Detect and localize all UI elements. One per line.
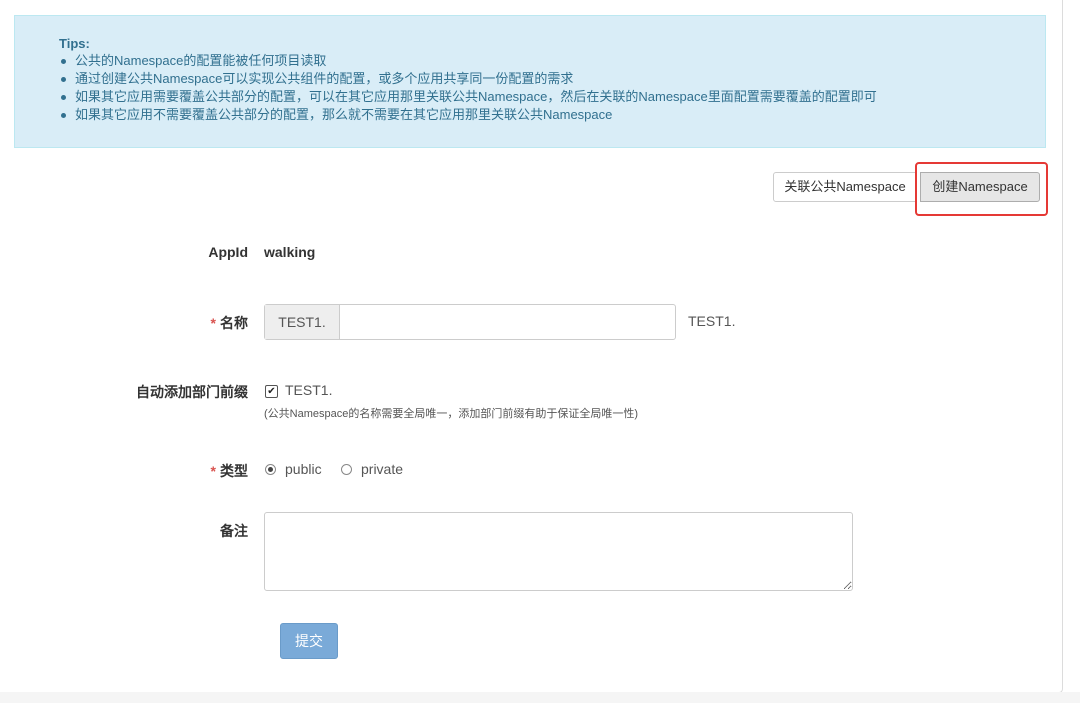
auto-prefix-label: 自动添加部门前缀: [136, 384, 248, 400]
tips-item: 公共的Namespace的配置能被任何项目读取: [61, 52, 877, 70]
type-private-label[interactable]: private: [361, 461, 403, 477]
tips-item: 通过创建公共Namespace可以实现公共组件的配置，或多个应用共享同一份配置的…: [61, 70, 877, 88]
required-mark: *: [210, 463, 216, 479]
page-background-strip: [0, 692, 1080, 703]
type-public-label[interactable]: public: [285, 461, 322, 477]
type-label: * 类型: [211, 461, 248, 481]
name-input[interactable]: [340, 305, 675, 339]
tips-item: 如果其它应用需要覆盖公共部分的配置，可以在其它应用那里关联公共Namespace…: [61, 89, 877, 104]
auto-prefix-checkbox[interactable]: ✔: [265, 385, 278, 398]
tips-list: 公共的Namespace的配置能被任何项目读取 通过创建公共Namespace可…: [59, 52, 877, 124]
name-prefix-addon: TEST1.: [265, 305, 340, 339]
auto-prefix-note: (公共Namespace的名称需要全局唯一，添加部门前缀有助于保证全局唯一性): [264, 408, 639, 420]
tips-box: Tips: 公共的Namespace的配置能被任何项目读取 通过创建公共Name…: [14, 15, 1046, 148]
name-label-text: 名称: [220, 315, 248, 331]
type-label-text: 类型: [220, 463, 248, 479]
tips-title: Tips:: [59, 36, 90, 51]
required-mark: *: [210, 315, 216, 331]
type-public-radio[interactable]: [265, 464, 276, 475]
remark-textarea[interactable]: [264, 512, 853, 591]
appid-value: walking: [264, 244, 316, 260]
auto-prefix-value: TEST1.: [285, 382, 333, 398]
type-private-radio[interactable]: [341, 464, 352, 475]
highlight-box: [915, 162, 1048, 216]
submit-button[interactable]: 提交: [280, 623, 338, 659]
name-hint: TEST1.: [688, 313, 736, 329]
tips-item: 如果其它应用不需要覆盖公共部分的配置，那么就不需要在其它应用那里关联公共Name…: [61, 106, 877, 124]
appid-label: AppId: [208, 244, 248, 260]
name-label: * 名称: [211, 313, 248, 333]
remark-label: 备注: [220, 523, 248, 539]
name-input-group: TEST1.: [264, 304, 676, 340]
link-public-namespace-button[interactable]: 关联公共Namespace: [773, 172, 917, 202]
